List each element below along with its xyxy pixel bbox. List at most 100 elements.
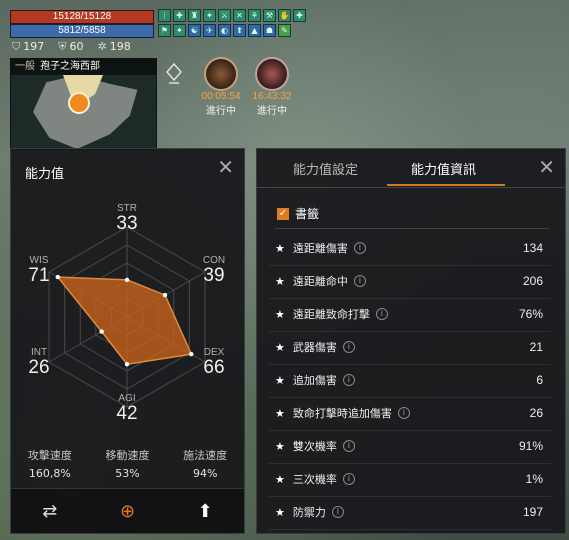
stat-row[interactable]: ★ 致命打擊時追加傷害 i 26 bbox=[269, 396, 551, 431]
info-icon[interactable]: i bbox=[353, 242, 366, 254]
buff-icon: ᛁ bbox=[158, 9, 171, 22]
stat-row-value: 91% bbox=[518, 439, 543, 453]
map-location: 孢子之海西部 bbox=[40, 61, 100, 72]
close-icon[interactable]: ✕ bbox=[538, 157, 555, 177]
up-arrow-icon: ⬆ bbox=[197, 500, 213, 522]
star-icon[interactable]: ★ bbox=[275, 275, 285, 288]
map-category: 一般 bbox=[15, 61, 35, 72]
radar-point-dex bbox=[189, 351, 194, 357]
stat-row[interactable]: ★ 三次機率 i 1% bbox=[269, 462, 551, 497]
stat-row-value: 1% bbox=[525, 472, 543, 486]
stat-row-label: 致命打擊時追加傷害 bbox=[292, 407, 392, 420]
waypoint-icon[interactable] bbox=[165, 63, 183, 85]
radar-point-agi bbox=[124, 362, 130, 367]
divider bbox=[275, 228, 549, 229]
stat-row[interactable]: ★ 防禦力 i 197 bbox=[269, 495, 551, 530]
stat-row-label: 武器傷害 bbox=[292, 341, 337, 354]
stat-row-value: 76% bbox=[518, 307, 543, 321]
buff-icon: ♜ bbox=[188, 9, 201, 22]
star-icon[interactable]: ★ bbox=[275, 242, 285, 255]
radar-point-int bbox=[99, 329, 104, 334]
stat-value-int: 26 bbox=[28, 357, 50, 378]
tab-stat-settings[interactable]: 能力值設定 bbox=[293, 159, 358, 178]
panel-title: 能力值 bbox=[25, 167, 65, 182]
stat-row-label: 遠距離命中 bbox=[292, 275, 348, 288]
stat-row-value: 134 bbox=[522, 241, 543, 255]
buff-icon: ⬆ bbox=[233, 24, 246, 37]
stat-row-label: 追加傷害 bbox=[292, 374, 337, 387]
buff-icon: ◐ bbox=[218, 24, 231, 37]
radar-point-con bbox=[162, 292, 168, 298]
buff-icons: ᛁ ✚ ♜ ✦ ⚔ ✕ ⚘ ⚒ ✋ ✚ ⚑ ✦ ☯ ✈ ◐ ⬆ ▲ ☗ ✎ bbox=[158, 9, 308, 37]
stat-row[interactable]: ★ 雙次機率 i 91% bbox=[269, 429, 551, 464]
attack-speed: 攻擊速度 160,8% bbox=[27, 449, 72, 480]
star-icon[interactable]: ★ bbox=[275, 407, 285, 420]
stat-row-value: 6 bbox=[536, 373, 543, 387]
info-icon[interactable]: i bbox=[342, 473, 355, 485]
zoom-button[interactable]: ⊕ bbox=[89, 489, 167, 533]
shield-icon: ⛉ bbox=[12, 40, 21, 53]
stat-row[interactable]: ★ 遠距離命中 i 206 bbox=[269, 264, 551, 299]
star-icon[interactable]: ★ bbox=[275, 506, 285, 519]
quest-timer-1[interactable]: 00:05:54 進行中 bbox=[193, 57, 249, 117]
stat-row-label: 雙次機率 bbox=[292, 440, 337, 453]
buff-icon: ☯ bbox=[188, 24, 201, 37]
stat-value-con: 39 bbox=[203, 265, 225, 286]
info-icon[interactable]: i bbox=[342, 374, 355, 386]
stat-row[interactable]: ★ 追加傷害 i 6 bbox=[269, 363, 551, 398]
radar-value-shape bbox=[56, 276, 193, 366]
star-icon[interactable]: ★ bbox=[275, 440, 285, 453]
star-icon[interactable]: ★ bbox=[275, 473, 285, 486]
buff-icon: ✋ bbox=[278, 9, 291, 22]
speed-stats: 攻擊速度 160,8% 移動速度 53% 施法速度 94% bbox=[11, 447, 244, 480]
mp-bar: 5812/5858 bbox=[10, 24, 154, 38]
cast-speed: 施法速度 94% bbox=[183, 449, 228, 480]
info-icon[interactable]: i bbox=[342, 341, 355, 353]
stat-row-label: 遠距離致命打擊 bbox=[292, 308, 370, 321]
info-icon[interactable]: i bbox=[342, 440, 355, 452]
buff-icon: ✦ bbox=[203, 9, 216, 22]
close-icon[interactable]: ✕ bbox=[217, 157, 234, 177]
defense-stat: ⛉ 197 bbox=[12, 40, 45, 53]
star-icon[interactable]: ★ bbox=[275, 374, 285, 387]
stat-row-value: 197 bbox=[522, 505, 543, 519]
buff-icon: ✚ bbox=[293, 9, 306, 22]
quest-badge-icon bbox=[204, 57, 238, 91]
hud-stats: ⛉ 197 ⛨ 60 ✲ 198 bbox=[12, 40, 131, 54]
stat-value-dex: 66 bbox=[203, 357, 225, 378]
buff-icon: ⚘ bbox=[248, 9, 261, 22]
info-icon[interactable]: i bbox=[353, 275, 366, 287]
stat-value-agi: 42 bbox=[116, 403, 138, 424]
active-tab-indicator bbox=[387, 184, 505, 186]
stat-row-label: 遠距離傷害 bbox=[292, 242, 348, 255]
stat-row[interactable]: ★ 武器傷害 i 21 bbox=[269, 330, 551, 365]
stat-row-label: 防禦力 bbox=[292, 506, 326, 519]
stats-radar: STR 33 CON 39 DEX 66 AGI 42 INT 26 WIS 7… bbox=[15, 197, 240, 432]
resist-stat: ✲ 198 bbox=[97, 40, 131, 53]
radar-point-str bbox=[124, 277, 130, 283]
buff-icon: ✚ bbox=[173, 9, 186, 22]
hp-bar: 15128/15128 bbox=[10, 10, 154, 24]
stat-value-wis: 71 bbox=[28, 265, 50, 286]
buff-icon: ⚑ bbox=[158, 24, 171, 37]
checkbox-checked-icon[interactable]: ✓ bbox=[277, 207, 289, 220]
stat-row[interactable]: ★ 遠距離致命打擊 i 76% bbox=[269, 297, 551, 332]
tab-stat-info[interactable]: 能力值資訊 bbox=[411, 159, 476, 178]
bookmark-filter[interactable]: ✓ 書籤 bbox=[277, 205, 319, 222]
move-speed: 移動速度 53% bbox=[105, 449, 150, 480]
player-marker-icon bbox=[68, 92, 90, 114]
buff-icon: ⚒ bbox=[263, 9, 276, 22]
star-icon[interactable]: ★ bbox=[275, 341, 285, 354]
buff-icon: ✕ bbox=[233, 9, 246, 22]
info-icon[interactable]: i bbox=[375, 308, 388, 320]
zoom-in-icon: ⊕ bbox=[119, 500, 136, 522]
info-icon[interactable]: i bbox=[331, 506, 344, 518]
star-icon[interactable]: ★ bbox=[275, 308, 285, 321]
stat-row[interactable]: ★ 遠距離傷害 i 134 bbox=[269, 231, 551, 266]
info-icon[interactable]: i bbox=[397, 407, 410, 419]
upgrade-button[interactable]: ⬆ bbox=[166, 489, 244, 533]
swap-button[interactable]: ⇄ bbox=[11, 489, 89, 533]
quest-timer-2[interactable]: 16:43:32 進行中 bbox=[244, 57, 300, 117]
star-burst-icon: ✲ bbox=[97, 40, 107, 53]
buff-icon: ✈ bbox=[203, 24, 216, 37]
